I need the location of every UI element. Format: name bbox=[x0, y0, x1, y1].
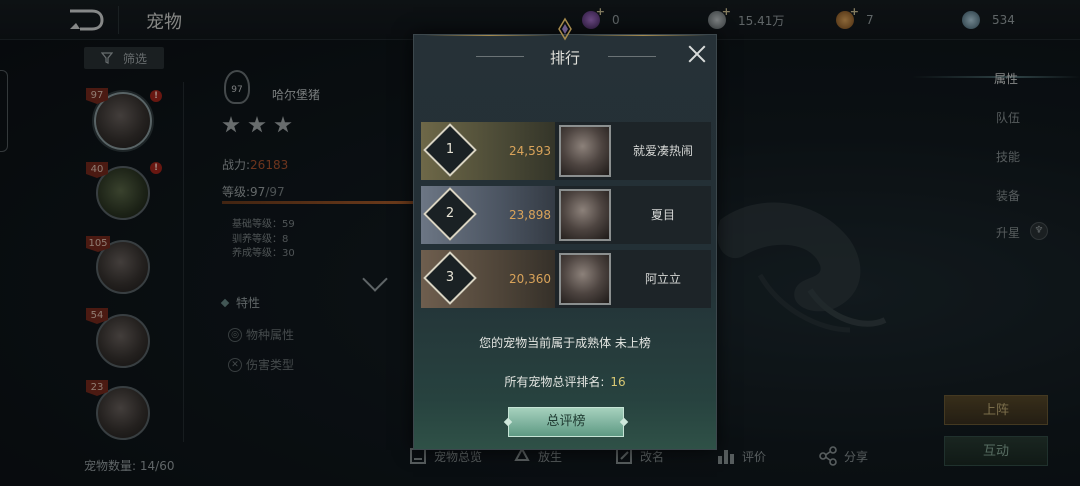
overall-rank-label: 所有宠物总评排名: bbox=[504, 375, 605, 389]
rank-right-panel: 夏目 bbox=[555, 186, 711, 244]
ranking-modal: 排行 1 24,593 就爱凑热闹 2 23,898 夏目 3 20,360 阿… bbox=[413, 17, 717, 450]
rank-left-panel: 3 20,360 bbox=[421, 250, 555, 308]
rank-left-panel: 2 23,898 bbox=[421, 186, 555, 244]
rank-status-text: 您的宠物当前属于成熟体 未上榜 bbox=[479, 336, 651, 350]
pet-thumbnail bbox=[559, 125, 611, 177]
rank-number: 2 bbox=[445, 206, 455, 221]
rank-player-name: 夏目 bbox=[650, 208, 675, 222]
close-icon[interactable] bbox=[686, 43, 708, 65]
modal-title: 排行 bbox=[549, 49, 580, 67]
rank-player-name: 阿立立 bbox=[644, 272, 681, 286]
rank-row[interactable]: 2 23,898 夏目 bbox=[421, 186, 711, 244]
rank-left-panel: 1 24,593 bbox=[421, 122, 555, 180]
modal-top-line-left bbox=[424, 35, 554, 36]
rank-number: 3 bbox=[445, 270, 455, 285]
rank-player-name: 就爱凑热闹 bbox=[632, 144, 693, 158]
rank-score: 24,593 bbox=[509, 144, 551, 158]
overall-rank-text: 所有宠物总评排名: 16 bbox=[414, 373, 716, 390]
rank-score: 20,360 bbox=[509, 272, 551, 286]
pet-thumbnail bbox=[559, 189, 611, 241]
rank-row[interactable]: 3 20,360 阿立立 bbox=[421, 250, 711, 308]
pet-thumbnail bbox=[559, 253, 611, 305]
rank-right-panel: 就爱凑热闹 bbox=[555, 122, 711, 180]
ornament-icon bbox=[558, 17, 572, 41]
rank-right-panel: 阿立立 bbox=[555, 250, 711, 308]
overall-ranking-button[interactable]: 总评榜 bbox=[508, 407, 624, 437]
rank-score: 23,898 bbox=[509, 208, 551, 222]
modal-top-line-right bbox=[578, 35, 708, 36]
overall-rank-value: 16 bbox=[610, 375, 626, 389]
rank-row[interactable]: 1 24,593 就爱凑热闹 bbox=[421, 122, 711, 180]
rank-number: 1 bbox=[445, 142, 455, 157]
